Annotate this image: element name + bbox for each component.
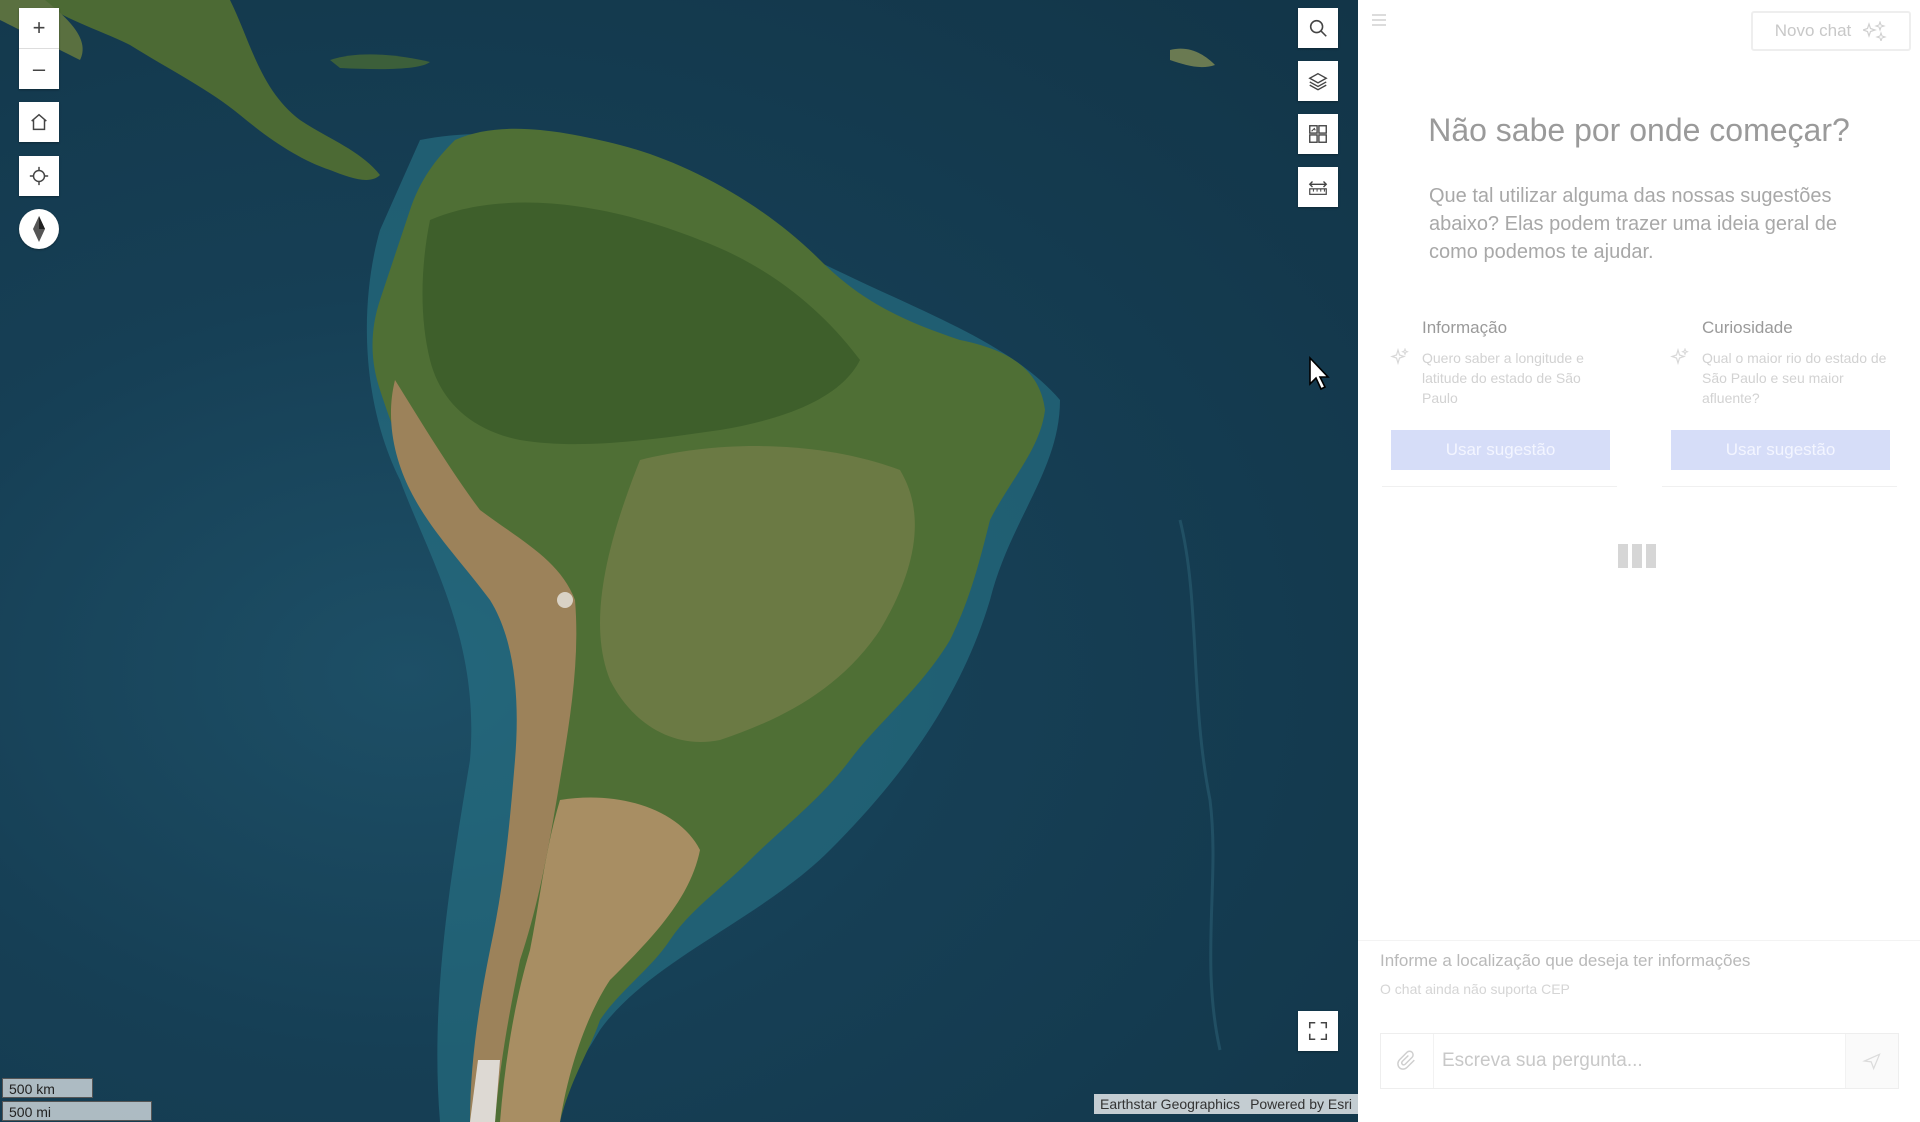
locate-button[interactable] [19, 156, 59, 196]
loading-indicator-icon [1618, 544, 1656, 568]
menu-icon[interactable] [1371, 12, 1387, 28]
cep-hint: O chat ainda não suporta CEP [1380, 981, 1570, 997]
basemap-gallery-button[interactable] [1298, 114, 1338, 154]
send-button[interactable] [1845, 1034, 1898, 1088]
map-attribution: Earthstar Geographics Powered by Esri [1093, 1094, 1358, 1114]
sparkle-icon [1670, 348, 1689, 366]
suggestion-text: Qual o maior rio do estado de São Paulo … [1702, 350, 1887, 406]
attach-button[interactable] [1381, 1034, 1434, 1088]
satellite-imagery [0, 0, 1222, 1122]
home-button[interactable] [19, 102, 59, 142]
suggestion-card-info: Informação Quero saber a longitude e lat… [1382, 310, 1617, 487]
fullscreen-button[interactable] [1298, 1011, 1338, 1051]
measure-button[interactable] [1298, 167, 1338, 207]
mouse-cursor-icon [1309, 356, 1330, 391]
basemap-gallery-icon [1309, 125, 1327, 143]
layers-icon [1308, 72, 1328, 91]
compass-button[interactable] [19, 209, 59, 249]
question-input[interactable] [1434, 1034, 1845, 1088]
message-composer [1380, 1033, 1899, 1089]
use-suggestion-button[interactable]: Usar sugestão [1671, 430, 1890, 470]
zoom-out-button[interactable]: – [19, 48, 59, 89]
paperclip-icon [1397, 1050, 1415, 1070]
attribution-source[interactable]: Earthstar Geographics [1100, 1094, 1240, 1114]
fullscreen-icon [1308, 1021, 1328, 1041]
compass-icon [33, 216, 45, 242]
search-button[interactable] [1298, 8, 1338, 48]
suggestion-card-curiosity: Curiosidade Qual o maior rio do estado d… [1662, 310, 1897, 487]
use-suggestion-button[interactable]: Usar sugestão [1391, 430, 1610, 470]
zoom-in-button[interactable]: + [19, 8, 59, 48]
new-chat-label: Novo chat [1774, 21, 1852, 40]
send-icon [1862, 1053, 1881, 1071]
footer-divider [1358, 940, 1920, 941]
home-icon [31, 113, 47, 131]
new-chat-sparkle-icon [1863, 21, 1888, 41]
suggestion-text: Quero saber a longitude e latitude do es… [1422, 350, 1584, 406]
zoom-control: + – [19, 8, 59, 89]
location-hint: Informe a localização que deseja ter inf… [1380, 951, 1751, 970]
map-view[interactable]: + – 500 km 500 mi Earthstar Geographics … [0, 0, 1358, 1122]
locate-icon [29, 166, 49, 186]
layers-button[interactable] [1298, 61, 1338, 101]
suggestion-title: Informação [1422, 318, 1508, 337]
search-icon [1309, 19, 1327, 37]
new-chat-button[interactable]: Novo chat [1751, 11, 1911, 51]
chat-panel: Novo chat Não sabe por onde começar? Que… [1358, 0, 1920, 1122]
empty-state-subtext: Que tal utilizar alguma das nossas suges… [1429, 185, 1838, 263]
sparkle-icon [1390, 348, 1409, 366]
scale-bar-km: 500 km [2, 1078, 93, 1098]
empty-state-heading: Não sabe por onde começar? [1428, 112, 1850, 148]
attribution-powered-by[interactable]: Powered by Esri [1250, 1094, 1352, 1114]
scale-bar-mi: 500 mi [2, 1101, 152, 1121]
suggestion-title: Curiosidade [1702, 318, 1793, 337]
measure-icon [1308, 181, 1328, 195]
